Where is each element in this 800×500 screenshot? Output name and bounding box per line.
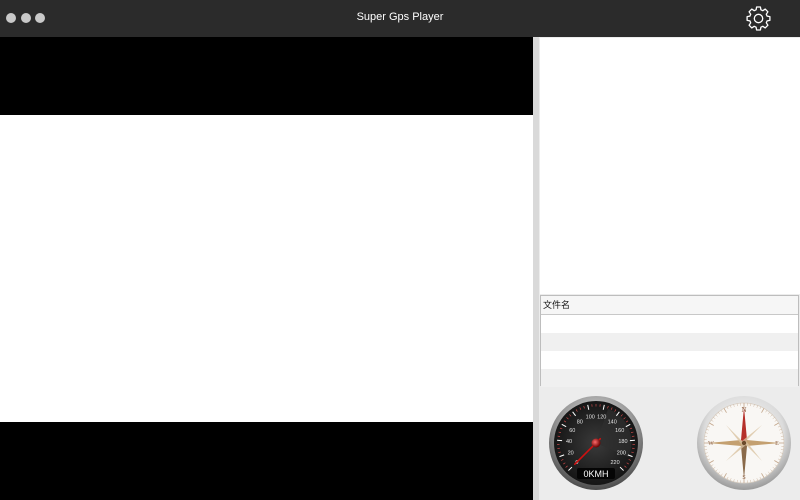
compass-gauge: N E S W xyxy=(697,396,791,490)
compass-label-east: E xyxy=(775,441,779,447)
speed-tick-label: 20 xyxy=(568,450,574,456)
file-list[interactable]: 文件名 xyxy=(540,295,799,387)
speed-tick-label: 60 xyxy=(569,428,575,434)
file-list-row[interactable] xyxy=(541,315,798,333)
compass-label-south: S xyxy=(742,475,745,481)
map-view[interactable] xyxy=(540,38,800,294)
speedometer-gauge: 020406080100120140160180200220 0KMH xyxy=(549,396,643,490)
file-list-row[interactable] xyxy=(541,351,798,369)
compass-label-west: W xyxy=(708,441,714,447)
speed-tick-label: 220 xyxy=(610,460,619,466)
gear-icon[interactable] xyxy=(745,5,772,32)
video-player[interactable] xyxy=(0,37,533,500)
split-divider[interactable] xyxy=(533,37,539,500)
needle-hub xyxy=(591,438,601,448)
speed-tick-label: 140 xyxy=(608,419,617,425)
speed-tick-label: 40 xyxy=(566,439,572,445)
speed-tick-label: 160 xyxy=(615,428,624,434)
letterbox-bottom xyxy=(0,422,533,500)
speed-readout: 0KMH xyxy=(583,469,608,479)
file-name-column-header[interactable]: 文件名 xyxy=(541,296,798,315)
speed-tick-label: 120 xyxy=(597,415,606,421)
file-list-row[interactable] xyxy=(541,333,798,351)
letterbox-top xyxy=(0,37,533,115)
speed-tick-label: 180 xyxy=(618,439,627,445)
file-list-row[interactable] xyxy=(541,369,798,387)
speed-tick-label: 80 xyxy=(577,419,583,425)
title-bar: Super Gps Player xyxy=(0,0,800,37)
speed-tick-label: 200 xyxy=(617,450,626,456)
speed-tick-label: 100 xyxy=(586,415,595,421)
app-window: Super Gps Player 文件名 20 40 60 80 100 120… xyxy=(0,0,800,500)
compass-label-north: N xyxy=(741,406,746,414)
window-title: Super Gps Player xyxy=(356,11,444,23)
